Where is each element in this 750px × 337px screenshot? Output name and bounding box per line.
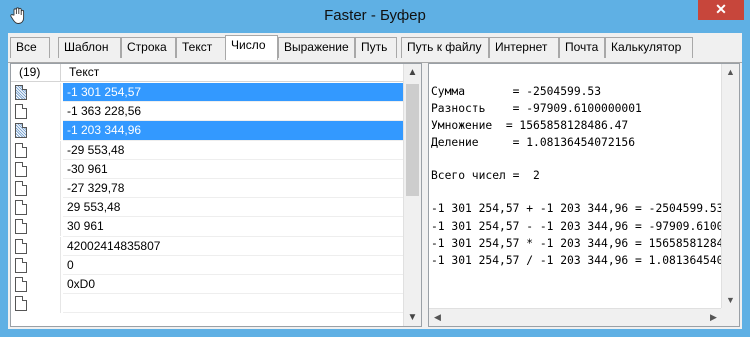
list-rows: -1 301 254,57 -1 363 228,56 -1 203 344,96-… xyxy=(11,83,403,325)
tab-number[interactable]: Число xyxy=(225,35,278,60)
list-item-icon-cell xyxy=(11,83,61,102)
result-line: Деление = 1.08136454072156 xyxy=(431,136,636,149)
list-item-text: 0 xyxy=(67,257,74,272)
list-item-icon-cell xyxy=(11,294,61,314)
document-icon xyxy=(15,257,27,273)
result-panel[interactable]: Сумма = -2504599.53 Разность = -97909.610… xyxy=(428,63,740,327)
list-item[interactable]: 30 961 xyxy=(11,217,403,237)
list-item[interactable]: -1 203 344,96 xyxy=(11,121,403,141)
list-item-icon-cell xyxy=(11,140,61,160)
result-line: Умножение = 1565858128486.47 xyxy=(431,119,629,132)
count-column-header[interactable]: (19) xyxy=(11,64,61,82)
tab-all[interactable]: Все xyxy=(10,37,50,58)
tab-file-path[interactable]: Путь к файлу xyxy=(401,37,489,58)
scroll-down-icon[interactable]: ▼ xyxy=(722,292,739,309)
document-icon xyxy=(15,123,27,139)
list-item[interactable]: 0 xyxy=(11,255,403,275)
list-item-icon-cell xyxy=(11,178,61,198)
result-line: -1 301 254,57 + -1 203 344,96 = -2504599… xyxy=(431,202,722,215)
list-header: (19) Текст xyxy=(11,64,403,82)
title-bar: Faster - Буфер ✕ xyxy=(0,0,750,33)
list-item-icon-cell xyxy=(11,198,61,218)
scroll-up-icon[interactable]: ▲ xyxy=(404,64,421,81)
list-item-text: 42002414835807 xyxy=(67,238,161,253)
close-button[interactable]: ✕ xyxy=(698,0,744,20)
list-item-text: -1 301 254,57 xyxy=(63,83,403,102)
scroll-down-icon[interactable]: ▼ xyxy=(404,309,421,326)
scroll-thumb[interactable] xyxy=(406,84,419,196)
list-item-text: 30 961 xyxy=(67,219,104,234)
result-line: -1 301 254,57 - -1 203 344,96 = -97909.6… xyxy=(431,220,722,233)
list-item-icon-cell xyxy=(11,236,61,256)
tab-text[interactable]: Текст xyxy=(176,37,227,58)
result-line: -1 301 254,57 * -1 203 344,96 = 15658581… xyxy=(431,237,722,250)
list-item[interactable]: -27 329,78 xyxy=(11,178,403,199)
result-text[interactable]: Сумма = -2504599.53 Разность = -97909.610… xyxy=(429,64,722,309)
scroll-left-icon[interactable]: ◀ xyxy=(429,309,446,326)
scroll-up-icon[interactable]: ▲ xyxy=(722,64,739,81)
document-icon xyxy=(15,238,27,254)
document-icon xyxy=(15,142,27,158)
tab-internet[interactable]: Интернет xyxy=(489,37,559,58)
tab-calculator[interactable]: Калькулятор xyxy=(605,37,693,58)
document-icon xyxy=(15,85,27,100)
tab-mail[interactable]: Почта xyxy=(559,37,605,58)
main-window: Все Шаблон Строка Текст Число Выражение … xyxy=(8,33,742,329)
scroll-right-icon[interactable]: ▶ xyxy=(705,309,722,326)
list-item[interactable]: 0xD0 xyxy=(11,274,403,295)
row-divider xyxy=(63,312,403,314)
list-item-text: -29 553,48 xyxy=(67,142,125,157)
list-item-icon-cell xyxy=(11,102,61,122)
text-column-header[interactable]: Текст xyxy=(63,64,99,82)
list-item[interactable]: -29 553,48 xyxy=(11,140,403,160)
list-item-icon-cell xyxy=(11,121,61,141)
document-icon xyxy=(15,296,27,312)
list-item-icon-cell xyxy=(11,255,61,275)
panel-splitter[interactable] xyxy=(423,63,427,327)
list-item-text: -27 329,78 xyxy=(67,180,125,195)
list-item[interactable] xyxy=(11,294,403,314)
list-item-icon-cell xyxy=(11,217,61,237)
scroll-corner xyxy=(721,308,739,326)
document-icon xyxy=(15,161,27,177)
document-icon xyxy=(15,219,27,235)
list-item-text: 29 553,48 xyxy=(67,200,121,215)
list-item[interactable]: 29 553,48 xyxy=(11,198,403,218)
result-line: Всего чисел = 2 xyxy=(431,169,540,182)
list-item[interactable]: -1 301 254,57 xyxy=(11,83,403,103)
list-item[interactable]: -30 961 xyxy=(11,159,403,179)
list-item-text: 0xD0 xyxy=(67,276,96,291)
result-line: Разность = -97909.6100000001 xyxy=(431,102,642,115)
result-line: Сумма = -2504599.53 xyxy=(431,85,602,98)
list-item-icon-cell xyxy=(11,274,61,294)
result-line: -1 301 254,57 / -1 203 344,96 = 1.081364… xyxy=(431,254,722,267)
tab-template[interactable]: Шаблон xyxy=(58,37,121,58)
list-item-text: -1 363 228,56 xyxy=(67,104,142,119)
list-item-text: -30 961 xyxy=(67,161,108,176)
document-icon xyxy=(15,200,27,216)
tab-string[interactable]: Строка xyxy=(121,37,176,58)
result-hscrollbar[interactable]: ◀ ▶ xyxy=(429,308,722,326)
tab-path[interactable]: Путь xyxy=(355,37,397,58)
tab-bar: Все Шаблон Строка Текст Число Выражение … xyxy=(8,35,742,63)
tab-expression[interactable]: Выражение xyxy=(278,37,355,58)
document-icon xyxy=(15,104,27,120)
list-item-text: -1 203 344,96 xyxy=(63,121,403,141)
numbers-list[interactable]: (19) Текст -1 301 254,57 -1 363 228,56 -1 … xyxy=(10,63,422,327)
document-icon xyxy=(15,276,27,292)
document-icon xyxy=(15,180,27,196)
list-item[interactable]: 42002414835807 xyxy=(11,236,403,256)
result-vscrollbar[interactable]: ▲ ▼ xyxy=(721,64,739,309)
window-title: Faster - Буфер xyxy=(324,7,426,24)
list-item-text xyxy=(63,294,403,313)
list-scrollbar[interactable]: ▲ ▼ xyxy=(403,64,421,326)
list-item[interactable]: -1 363 228,56 xyxy=(11,102,403,122)
list-item-icon-cell xyxy=(11,159,61,179)
